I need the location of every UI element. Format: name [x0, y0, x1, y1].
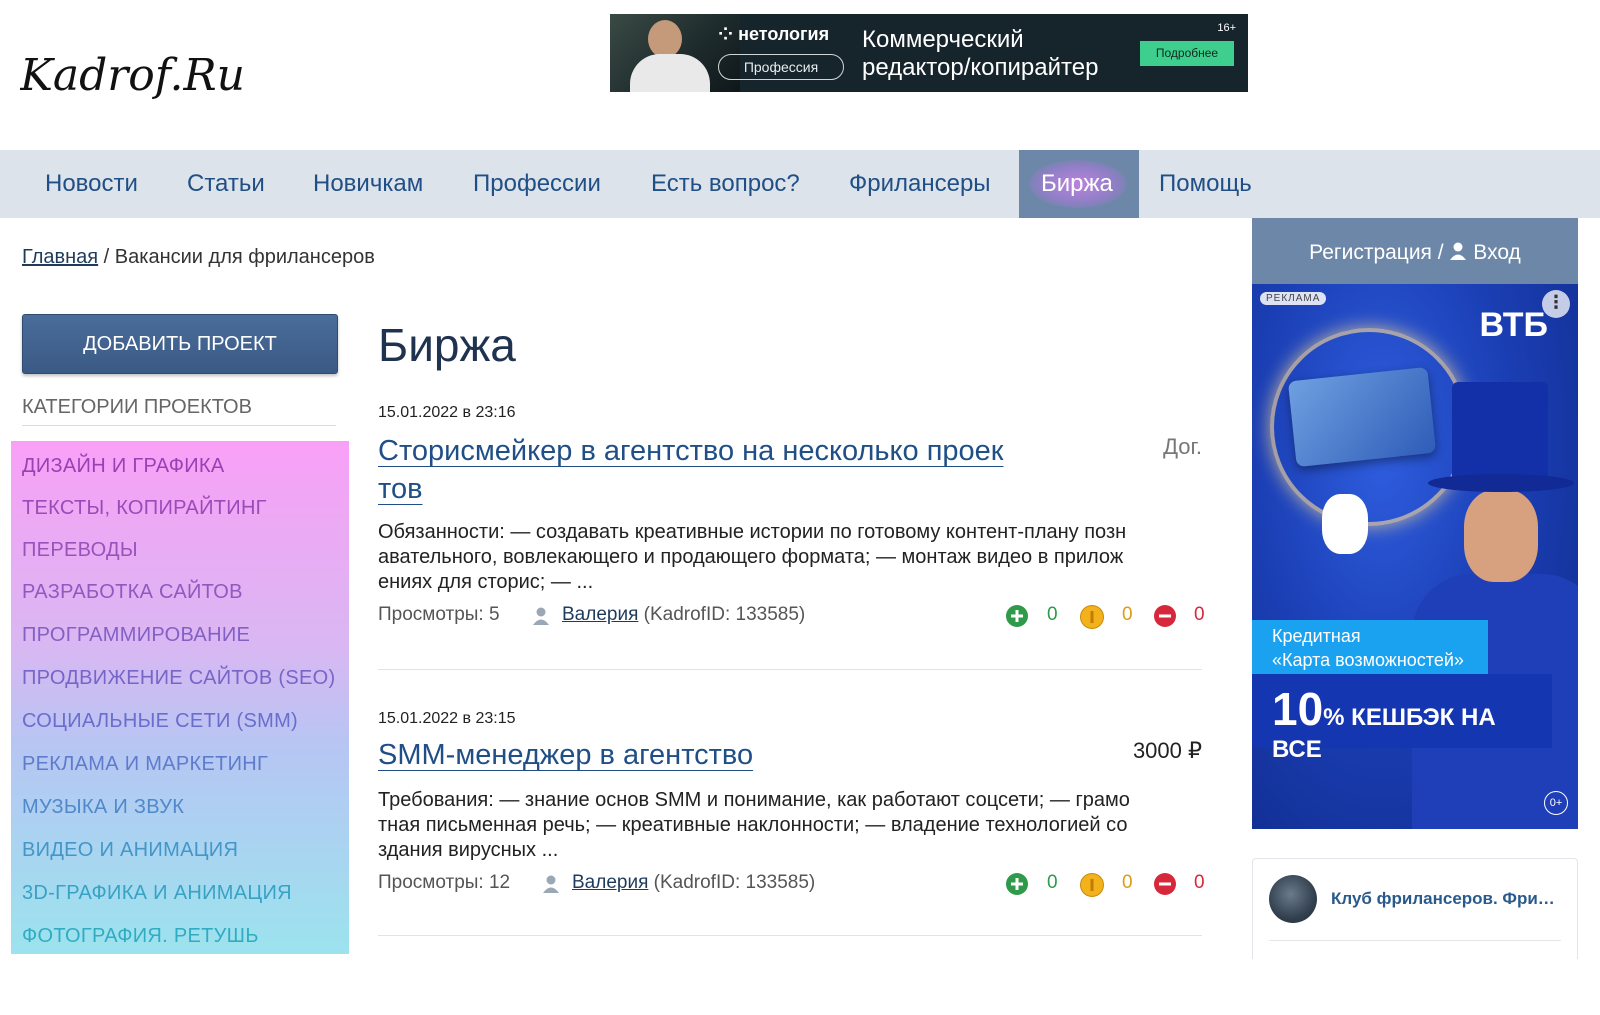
- club-avatar: [1269, 875, 1317, 923]
- category-3d[interactable]: 3D-ГРАФИКА И АНИМАЦИЯ: [22, 882, 292, 905]
- plus-icon[interactable]: [1006, 873, 1028, 895]
- category-design[interactable]: ДИЗАЙН И ГРАФИКА: [22, 455, 225, 478]
- ad-brand-pill: Профессия: [718, 54, 844, 80]
- top-ad-banner[interactable]: ⁘ нетология Профессия Коммерческий редак…: [610, 14, 1248, 92]
- category-web-dev[interactable]: РАЗРАБОТКА САЙТОВ: [22, 581, 243, 604]
- ad-strip-card-name: Кредитная «Карта возможностей»: [1252, 620, 1488, 674]
- post-divider: [378, 935, 1202, 936]
- ad-brand: ⁘ нетология: [718, 24, 830, 44]
- minus-icon[interactable]: [1154, 873, 1176, 895]
- ad-more-button[interactable]: Подробнее: [1140, 41, 1234, 66]
- post-title-link[interactable]: SMM-менеджер в агентство: [378, 736, 753, 774]
- breadcrumb: Главная / Вакансии для фрилансеров: [22, 246, 375, 269]
- post-meta: Просмотры: 5 Валерия (KadrofID: 133585) …: [378, 604, 1205, 630]
- category-music[interactable]: МУЗЫКА И ЗВУК: [22, 796, 184, 819]
- nav-item-news[interactable]: Новости: [23, 150, 160, 218]
- post-views: Просмотры: 12: [378, 872, 511, 893]
- nav-item-newbies[interactable]: Новичкам: [291, 150, 445, 218]
- ad-headline: Коммерческий редактор/копирайтер: [862, 26, 1099, 81]
- post-votes: 0 0 0: [1002, 872, 1205, 898]
- ad-age-badge: 0+: [1544, 791, 1568, 815]
- categories-title: КАТЕГОРИИ ПРОЕКТОВ: [22, 396, 336, 426]
- page-title: Биржа: [378, 319, 516, 371]
- main-nav: Новости Статьи Новичкам Профессии Есть в…: [0, 150, 1600, 218]
- user-icon: [533, 607, 549, 625]
- votes-plus-count: 0: [1047, 872, 1058, 893]
- post-divider: [378, 669, 1202, 670]
- login-link[interactable]: Вход: [1473, 241, 1521, 264]
- project-card: 15.01.2022 в 23:16 Сторисмейкер в агентс…: [378, 404, 1205, 664]
- ad-strip-cashback: 10% КЕШБЭК НА ВСЕ: [1252, 674, 1552, 763]
- ad-label: РЕКЛАМА: [1260, 292, 1327, 305]
- ad-person-glove: [1322, 494, 1368, 554]
- post-title-link[interactable]: Сторисмейкер в агентство на несколько пр…: [378, 432, 1003, 508]
- post-date: 15.01.2022 в 23:16: [378, 404, 516, 421]
- votes-plus-count: 0: [1047, 604, 1058, 625]
- votes-minus-count: 0: [1194, 872, 1205, 893]
- user-icon: [1449, 241, 1473, 264]
- breadcrumb-current: Вакансии для фрилансеров: [114, 246, 375, 268]
- plus-icon[interactable]: [1006, 605, 1028, 627]
- post-description: Требования: — знание основ SMM и пониман…: [378, 789, 1130, 861]
- breadcrumb-separator: /: [98, 246, 115, 268]
- category-programming[interactable]: ПРОГРАММИРОВАНИЕ: [22, 624, 250, 647]
- project-card: 15.01.2022 в 23:15 SMM-менеджер в агентс…: [378, 710, 1205, 940]
- category-photo[interactable]: ФОТОГРАФИЯ. РЕТУШЬ: [22, 925, 259, 948]
- post-price: Дог.: [1163, 434, 1202, 459]
- category-video[interactable]: ВИДЕО И АНИМАЦИЯ: [22, 839, 238, 862]
- ad-person-hat-brim: [1428, 474, 1574, 492]
- logo-script: Kadrof.Ru: [19, 50, 245, 101]
- vtb-ad-banner[interactable]: РЕКЛАМА ⋮ ВТБ Кредитная «Карта возможнос…: [1252, 284, 1578, 829]
- vtb-logo: ВТБ: [1479, 306, 1548, 344]
- club-name[interactable]: Клуб фрилансеров. Фрил...: [1331, 889, 1561, 909]
- votes-neutral-count: 0: [1122, 604, 1133, 625]
- votes-minus-count: 0: [1194, 604, 1205, 625]
- register-link[interactable]: Регистрация /: [1309, 241, 1443, 264]
- category-texts[interactable]: ТЕКСТЫ, КОПИРАЙТИНГ: [22, 497, 267, 520]
- minus-icon[interactable]: [1154, 605, 1176, 627]
- nav-item-exchange[interactable]: Биржа: [1019, 150, 1139, 218]
- nav-item-question[interactable]: Есть вопрос?: [629, 150, 822, 218]
- post-author: Валерия (KadrofID: 133585): [572, 872, 815, 894]
- user-icon: [543, 875, 559, 893]
- post-price: 3000 ₽: [1132, 738, 1202, 763]
- author-id: (KadrofID: 133585): [653, 872, 816, 893]
- author-id: (KadrofID: 133585): [643, 604, 806, 625]
- post-author: Валерия (KadrofID: 133585): [562, 604, 805, 626]
- neutral-icon[interactable]: [1080, 605, 1104, 629]
- nav-item-help[interactable]: Помощь: [1137, 150, 1274, 218]
- ad-person-hat: [1452, 382, 1548, 482]
- ad-age-badge: 16+: [1217, 22, 1236, 34]
- category-smm[interactable]: СОЦИАЛЬНЫЕ СЕТИ (SMM): [22, 710, 298, 733]
- category-translations[interactable]: ПЕРЕВОДЫ: [22, 539, 138, 562]
- credit-card-image: [1287, 366, 1437, 468]
- netology-logo-icon: ⁘: [718, 24, 739, 44]
- categories-list: ДИЗАЙН И ГРАФИКА ТЕКСТЫ, КОПИРАЙТИНГ ПЕР…: [11, 441, 349, 954]
- author-link[interactable]: Валерия: [562, 604, 638, 625]
- post-description: Обязанности: — создавать креативные исто…: [378, 521, 1127, 593]
- nav-item-freelancers[interactable]: Фрилансеры: [827, 150, 1013, 218]
- post-views: Просмотры: 5: [378, 604, 500, 625]
- category-marketing[interactable]: РЕКЛАМА И МАРКЕТИНГ: [22, 753, 268, 776]
- breadcrumb-home-link[interactable]: Главная: [22, 246, 98, 268]
- nav-item-professions[interactable]: Профессии: [451, 150, 623, 218]
- category-seo[interactable]: ПРОДВИЖЕНИЕ САЙТОВ (SEO): [22, 667, 335, 690]
- neutral-icon[interactable]: [1080, 873, 1104, 897]
- club-widget[interactable]: Клуб фрилансеров. Фрил...: [1252, 858, 1578, 959]
- ad-person-face: [1464, 490, 1538, 582]
- post-votes: 0 0 0: [1002, 604, 1205, 630]
- post-date: 15.01.2022 в 23:15: [378, 710, 516, 727]
- auth-bar: Регистрация / Вход: [1252, 218, 1578, 284]
- club-divider: [1269, 940, 1561, 941]
- add-project-button[interactable]: ДОБАВИТЬ ПРОЕКТ: [22, 314, 338, 374]
- post-meta: Просмотры: 12 Валерия (KadrofID: 133585)…: [378, 872, 1205, 898]
- votes-neutral-count: 0: [1122, 872, 1133, 893]
- site-logo[interactable]: Kadrof.Ru: [19, 40, 310, 110]
- nav-item-articles[interactable]: Статьи: [165, 150, 287, 218]
- author-link[interactable]: Валерия: [572, 872, 648, 893]
- svg-text:Kadrof.Ru: Kadrof.Ru: [20, 50, 245, 101]
